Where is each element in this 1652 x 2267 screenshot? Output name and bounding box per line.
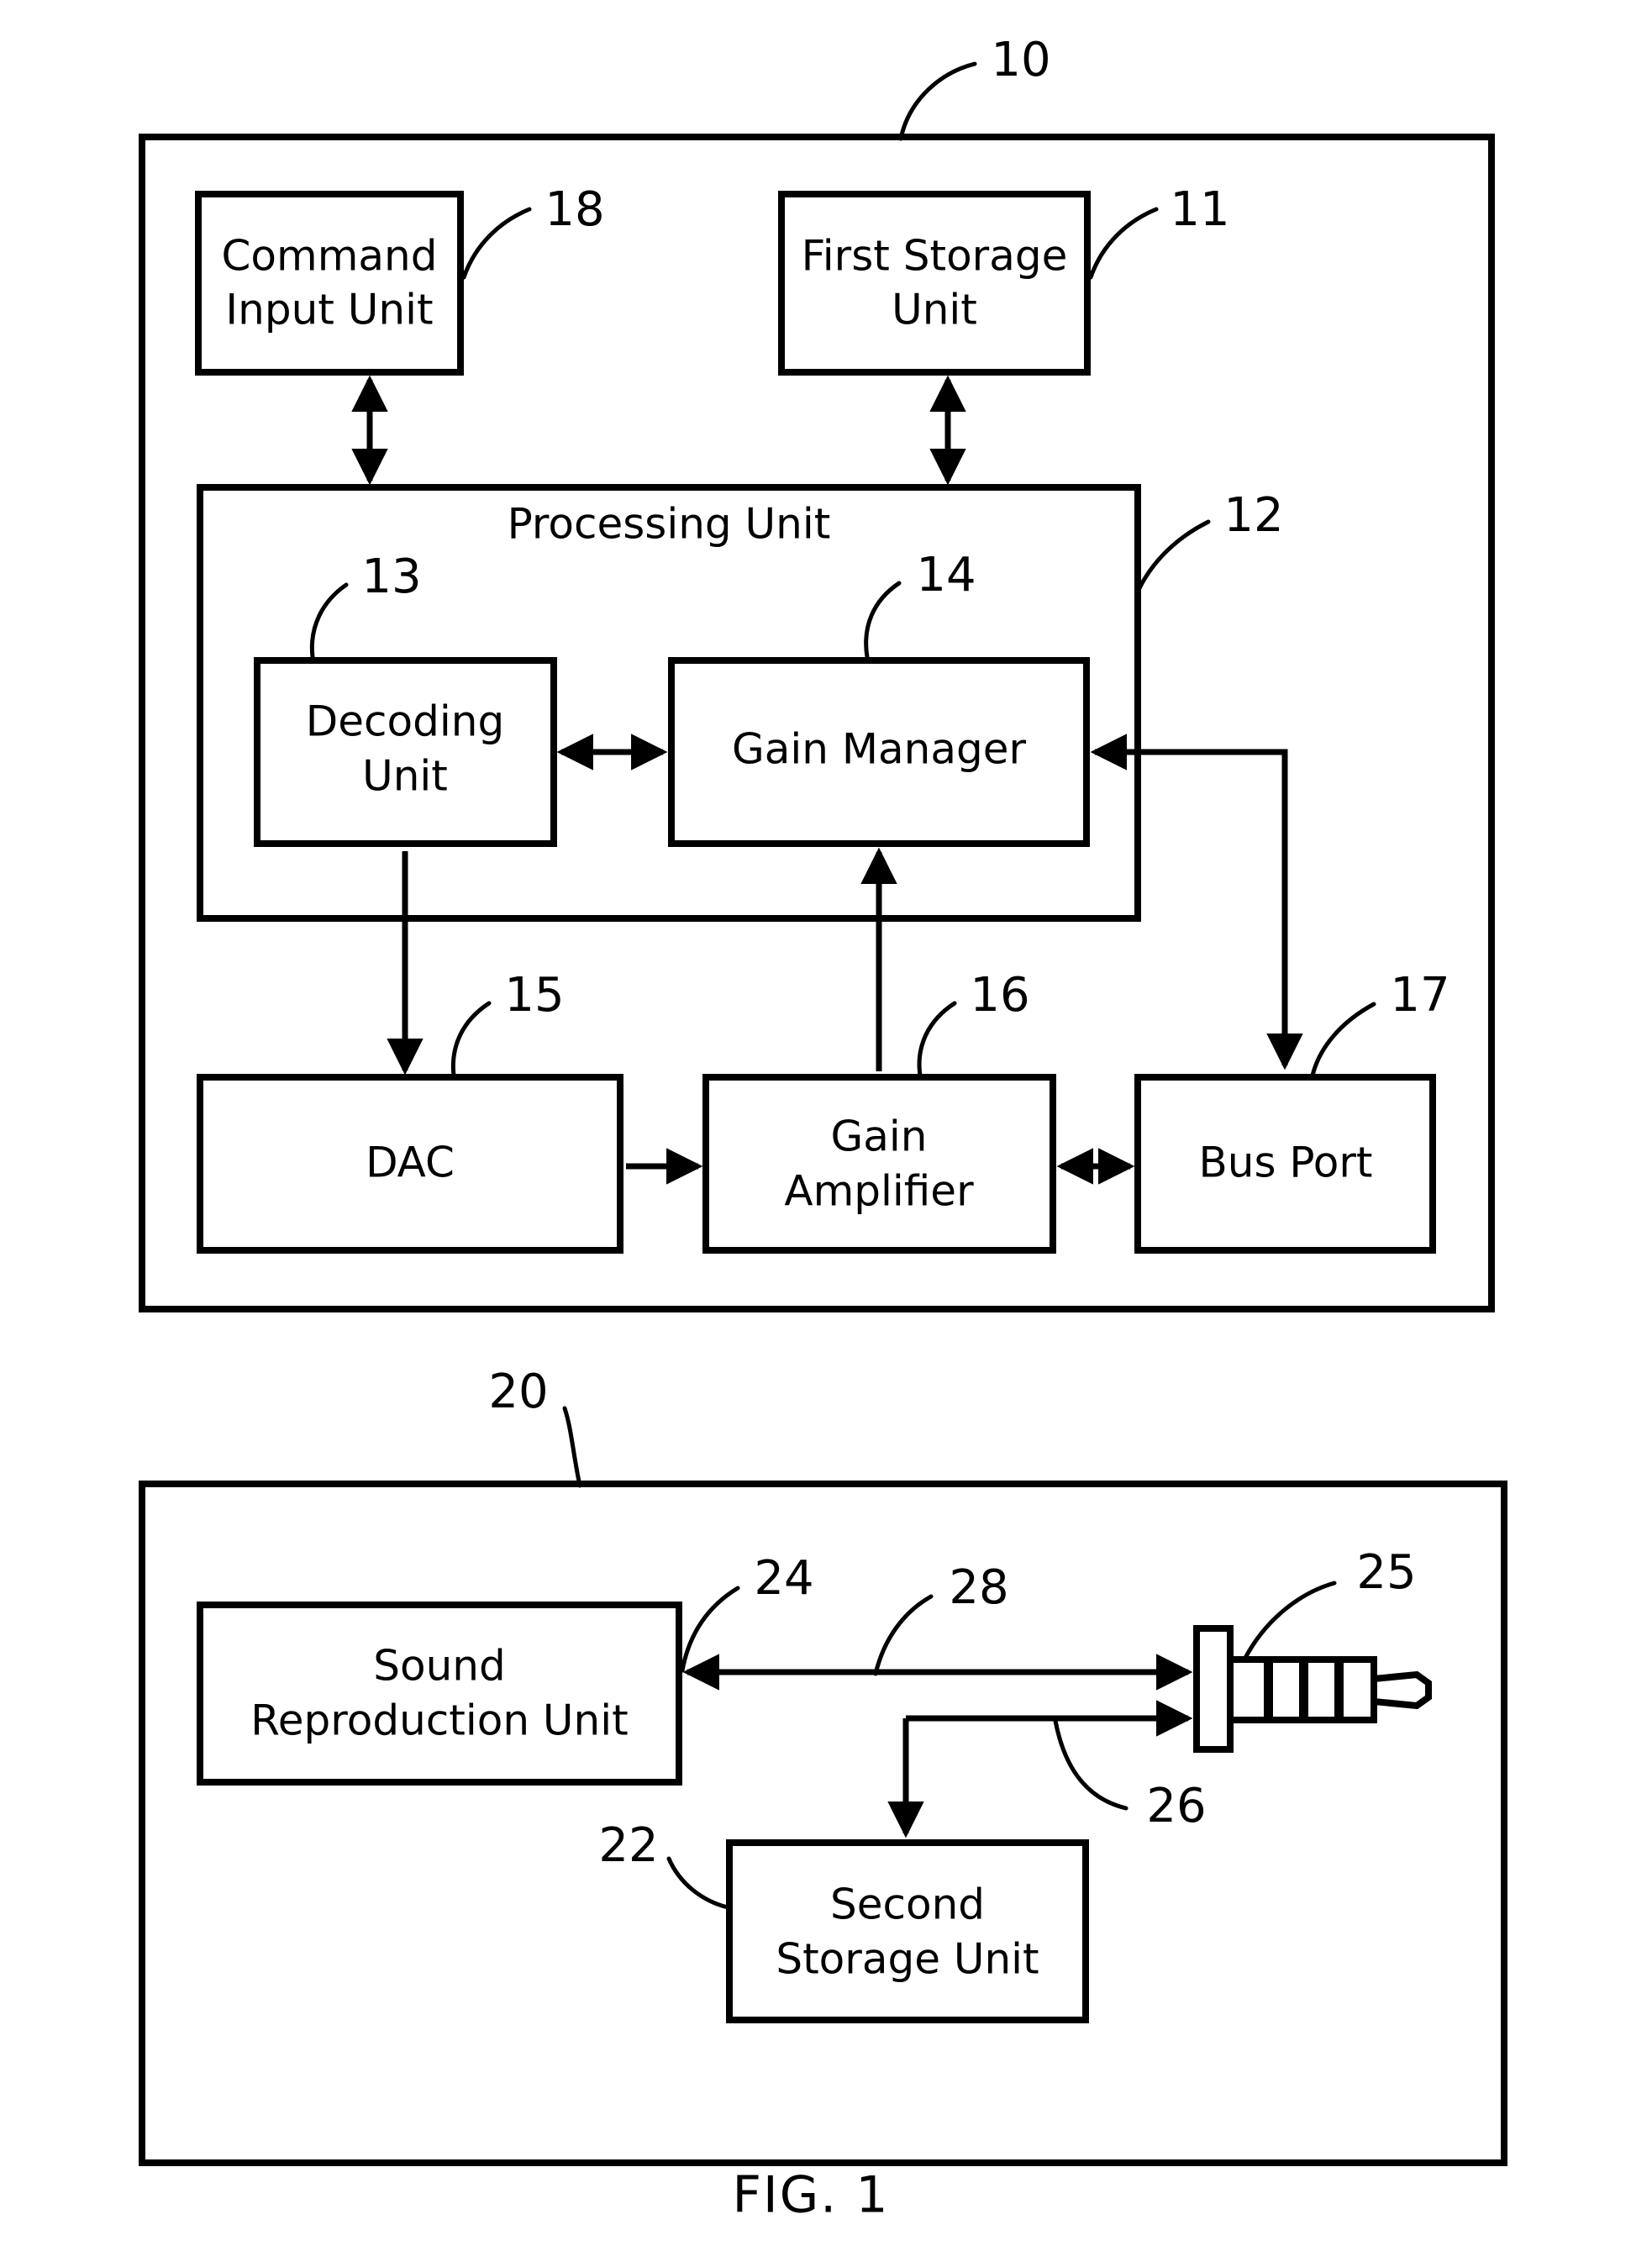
ref-numeral-22: 22 [598, 1818, 658, 1873]
jack-band-3 [1334, 1657, 1344, 1723]
sound-reproduction-unit-label-line2: Reproduction Unit [250, 1696, 628, 1745]
ref-numeral-20: 20 [488, 1365, 548, 1419]
jack-tip [1371, 1670, 1432, 1710]
ref-numeral-15: 15 [504, 968, 564, 1023]
block-second-storage-unit[interactable] [726, 1839, 1089, 2023]
decoding-unit-label-line1: Decoding [306, 697, 504, 746]
figure-caption: FIG. 1 [732, 2166, 889, 2225]
second-storage-unit-label-line1: Second [830, 1880, 985, 1929]
command-input-unit-label-line2: Input Unit [225, 286, 433, 334]
decoding-unit-label-line2: Unit [362, 752, 448, 801]
sound-reproduction-unit-label-line1: Sound [373, 1642, 505, 1691]
gain-amplifier-label-line2: Amplifier [784, 1167, 974, 1216]
bus-port-label: Bus Port [1198, 1139, 1372, 1187]
jack-flange [1193, 1625, 1234, 1753]
ref-numeral-12: 12 [1223, 488, 1283, 543]
ref-numeral-18: 18 [545, 182, 604, 237]
ref-numeral-17: 17 [1390, 968, 1449, 1023]
ref-numeral-16: 16 [970, 968, 1029, 1023]
block-sound-reproduction-unit[interactable] [197, 1602, 682, 1786]
block-command-input-unit[interactable] [195, 191, 464, 376]
ref-numeral-26: 26 [1146, 1779, 1206, 1833]
dac-label: DAC [366, 1139, 455, 1187]
leader-20 [562, 1406, 582, 1488]
jack-band-2 [1299, 1657, 1308, 1723]
ref-numeral-13: 13 [361, 550, 421, 604]
gain-manager-label: Gain Manager [732, 725, 1026, 774]
ref-numeral-28: 28 [949, 1560, 1008, 1615]
leader-10 [898, 61, 977, 141]
block-first-storage-unit[interactable] [778, 191, 1091, 376]
block-gain-amplifier[interactable] [702, 1074, 1056, 1254]
gain-amplifier-label-line1: Gain [831, 1112, 928, 1161]
figure-1-block-diagram: 10 Command Input Unit 18 First Storage U… [139, 33, 1507, 2225]
command-input-unit-label-line1: Command [222, 232, 438, 281]
ref-numeral-14: 14 [916, 548, 976, 602]
ref-numeral-11: 11 [1170, 182, 1229, 237]
ref-numeral-24: 24 [754, 1551, 813, 1606]
ref-numeral-10: 10 [991, 33, 1050, 87]
figure-sheet: 10 Command Input Unit 18 First Storage U… [0, 0, 1652, 2267]
second-storage-unit-label-line2: Storage Unit [776, 1935, 1039, 1984]
ref-numeral-25: 25 [1356, 1545, 1416, 1600]
first-storage-unit-label-line1: First Storage [802, 232, 1068, 281]
first-storage-unit-label-line2: Unit [892, 286, 977, 334]
enclosure-20 [139, 1481, 1507, 2166]
processing-unit-label: Processing Unit [508, 500, 831, 549]
jack-band-1 [1264, 1657, 1273, 1723]
